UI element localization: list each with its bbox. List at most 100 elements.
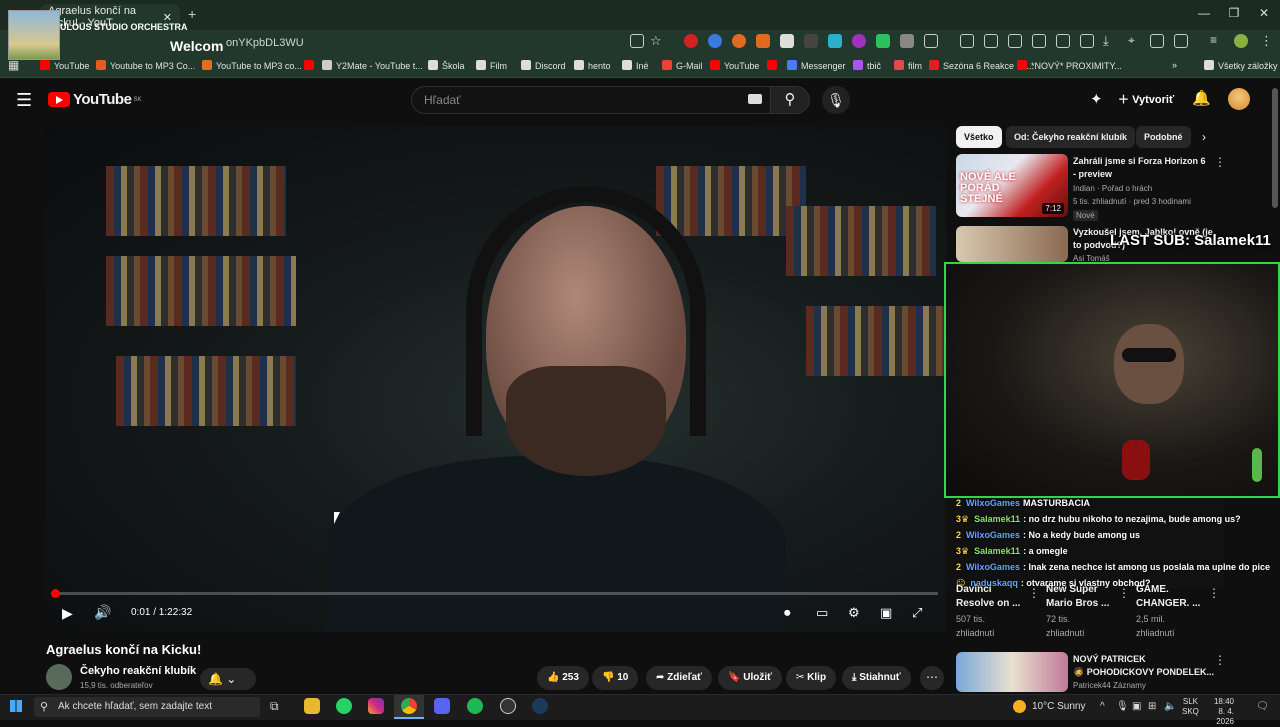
extension-icon[interactable]: [852, 34, 866, 48]
extensions-puzzle-icon[interactable]: [924, 34, 938, 48]
whatsapp-icon[interactable]: [336, 698, 352, 714]
recommended-title[interactable]: Zahráli jsme si Forza Horizon 6: [1073, 155, 1206, 168]
keyboard-icon[interactable]: [748, 94, 762, 104]
bookmark-item[interactable]: YouTube: [710, 60, 759, 71]
network-icon[interactable]: ⊞: [1148, 701, 1156, 712]
bookmark-star-icon[interactable]: ☆: [650, 33, 662, 49]
bookmark-item[interactable]: film: [894, 60, 922, 71]
fullscreen-icon[interactable]: ⤢: [912, 605, 922, 621]
maximize-button[interactable]: ❐: [1224, 6, 1244, 20]
voice-search-button[interactable]: 🎙: [822, 86, 850, 114]
extension-icon[interactable]: [900, 34, 914, 48]
channel-name[interactable]: Čekyho reakční klubík: [80, 665, 196, 677]
chip-related[interactable]: Podobné: [1136, 126, 1191, 148]
card-icon[interactable]: [1150, 34, 1164, 48]
more-options-icon[interactable]: ⋮: [1118, 586, 1130, 600]
tray-app-icon[interactable]: ▣: [1132, 701, 1141, 712]
video-progress-bar[interactable]: [54, 592, 938, 595]
dislike-button[interactable]: 👎 10: [592, 666, 639, 690]
weather-text[interactable]: 10°C Sunny: [1032, 701, 1085, 712]
obs-icon[interactable]: [500, 698, 516, 714]
taskbar-search-input[interactable]: Ak chcete hľadať, sem zadajte text: [34, 697, 260, 717]
apps-icon[interactable]: [984, 34, 998, 48]
chevron-right-icon[interactable]: ›: [1202, 130, 1206, 144]
extension-icon[interactable]: [804, 34, 818, 48]
page-scrollbar[interactable]: [1272, 88, 1278, 208]
tray-chevron-icon[interactable]: ^: [1100, 701, 1105, 712]
recommended-title[interactable]: NOVÝ PATRICEK: [1073, 653, 1146, 666]
spotify-icon[interactable]: [467, 698, 483, 714]
cast-icon[interactable]: [1032, 34, 1046, 48]
screenshot-icon[interactable]: [1056, 34, 1070, 48]
profile-avatar[interactable]: [1234, 34, 1248, 48]
search-button[interactable]: ⚲: [770, 86, 810, 114]
all-bookmarks-folder[interactable]: Všetky záložky: [1204, 60, 1278, 71]
minimize-button[interactable]: —: [1194, 6, 1214, 20]
apps-grid-icon[interactable]: ▦: [8, 58, 19, 72]
clip-button[interactable]: ✂ Klip: [786, 666, 837, 690]
discord-icon[interactable]: [434, 698, 450, 714]
autoplay-toggle[interactable]: ⏺: [784, 605, 791, 621]
recommended-title[interactable]: 🧔 POHODICKOVY PONDELEK...: [1073, 666, 1214, 679]
recommended-thumbnail[interactable]: [956, 226, 1068, 262]
car-icon[interactable]: [1174, 34, 1188, 48]
short-title[interactable]: Resolve on ...: [956, 597, 1020, 610]
progress-scrubber[interactable]: [51, 589, 60, 598]
location-icon[interactable]: ⌖: [1128, 33, 1135, 48]
bookmark-item[interactable]: Film: [476, 60, 507, 71]
share-button[interactable]: ➦ Zdieľať: [646, 666, 712, 690]
microphone-tray-icon[interactable]: 🎙: [1116, 701, 1129, 712]
subscription-bell-button[interactable]: 🔔 ⌄: [200, 668, 256, 690]
play-button-icon[interactable]: ▶: [62, 605, 73, 622]
bookmark-item[interactable]: [767, 60, 781, 71]
bookmark-item[interactable]: YouTube: [40, 60, 89, 71]
short-title[interactable]: New Super: [1046, 583, 1098, 596]
more-options-icon[interactable]: ⋮: [1028, 586, 1040, 600]
extension-icon[interactable]: [684, 34, 698, 48]
language-indicator[interactable]: SLK SKQ: [1182, 697, 1199, 717]
channel-avatar[interactable]: [46, 664, 72, 690]
bookmark-item[interactable]: G-Mail: [662, 60, 703, 71]
extension-icon[interactable]: [756, 34, 770, 48]
browser-menu-icon[interactable]: ⋮: [1260, 33, 1273, 49]
like-button[interactable]: 👍 253: [537, 666, 589, 690]
bookmark-item[interactable]: Discord: [521, 60, 566, 71]
settings-gear-icon[interactable]: ⚙: [848, 605, 860, 621]
extension-icon[interactable]: [732, 34, 746, 48]
bookmark-item[interactable]: [304, 60, 318, 71]
subtitles-icon[interactable]: ▭: [816, 605, 828, 621]
bookmark-item[interactable]: Youtube to MP3 Co...: [96, 60, 195, 71]
extension-icon[interactable]: [780, 34, 794, 48]
chip-from-channel[interactable]: Od: Čekyho reakční klubík: [1006, 126, 1136, 148]
chip-all[interactable]: Všetko: [956, 126, 1002, 148]
recommended-title[interactable]: - preview: [1073, 168, 1112, 181]
bookmark-item[interactable]: Y2Mate - YouTube t...: [322, 60, 423, 71]
bookmark-item[interactable]: hento: [574, 60, 611, 71]
bookmark-item[interactable]: Škola: [428, 60, 465, 71]
link-icon[interactable]: [1008, 34, 1022, 48]
hamburger-menu-icon[interactable]: ☰: [16, 90, 32, 111]
download-icon[interactable]: ⤓: [1103, 33, 1109, 49]
bookmarks-more-button[interactable]: »: [1172, 60, 1177, 70]
bookmark-item[interactable]: tbič: [853, 60, 881, 71]
video-player[interactable]: [46, 126, 946, 632]
reading-list-icon[interactable]: ≡: [1210, 33, 1217, 47]
windows-start-icon[interactable]: [10, 700, 22, 712]
short-title[interactable]: Davinci: [956, 583, 992, 596]
short-title[interactable]: Mario Bros ...: [1046, 597, 1109, 610]
search-input[interactable]: Hľadať: [411, 86, 771, 114]
short-title[interactable]: GAME.: [1136, 583, 1169, 596]
extension-icon[interactable]: ✦: [1090, 90, 1103, 108]
create-button[interactable]: ＋ Vytvoriť: [1118, 88, 1174, 112]
recommended-thumbnail[interactable]: NOVÉ ALE PORÁD STEJNÉ 7:12: [956, 154, 1068, 217]
volume-icon[interactable]: 🔊: [94, 604, 111, 621]
new-tab-button[interactable]: +: [188, 6, 196, 22]
bookmark-item[interactable]: Messenger: [787, 60, 846, 71]
instagram-icon[interactable]: [368, 698, 384, 714]
download-button[interactable]: ⤓ Stiahnuť: [842, 666, 911, 690]
theater-mode-icon[interactable]: ▣: [880, 605, 892, 621]
extension-icon[interactable]: [708, 34, 722, 48]
bookmark-item[interactable]: Iné: [622, 60, 649, 71]
url-field[interactable]: onYKpbDL3WU: [226, 37, 304, 49]
translate-icon[interactable]: [1080, 34, 1094, 48]
